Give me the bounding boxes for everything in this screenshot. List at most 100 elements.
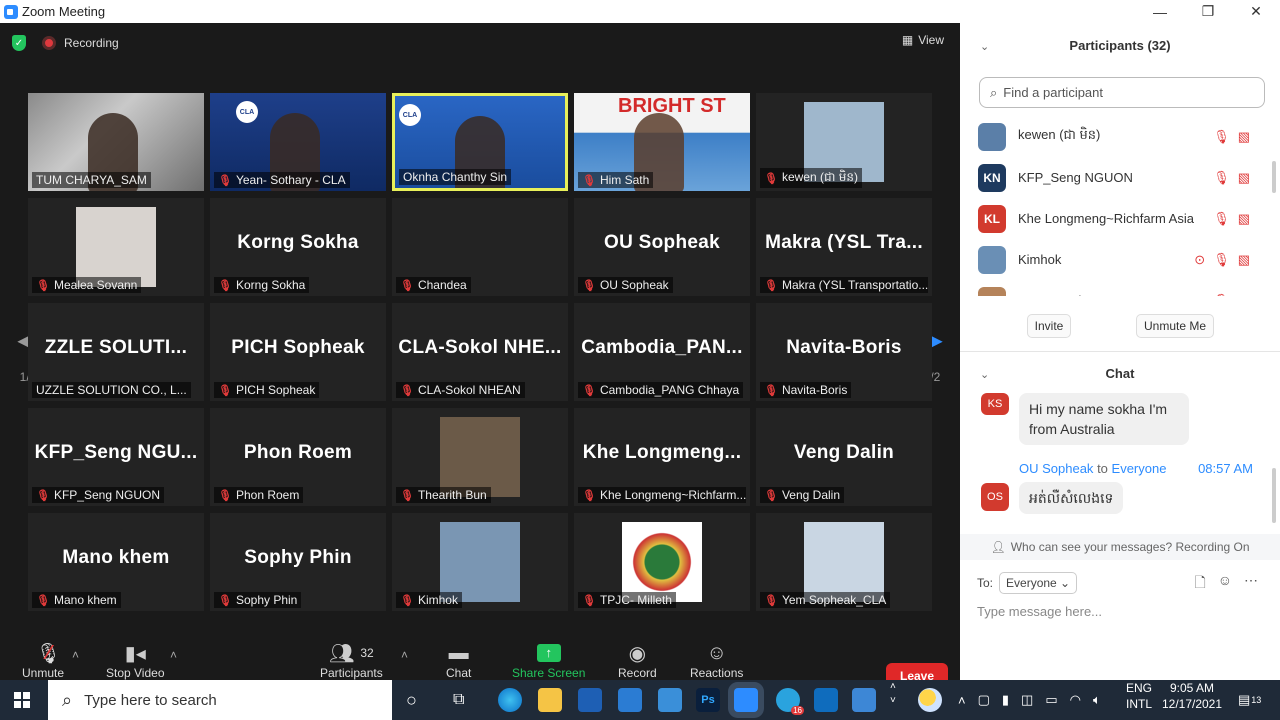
taskbar-search-input[interactable]: ⌕ Type here to search [48,680,392,720]
participant-display-name: ZZLE SOLUTI... [44,337,188,358]
battery-icon[interactable]: ▭ [1045,692,1057,708]
video-tile[interactable]: CLA-Sokol NHE... 🎙︎ CLA-Sokol NHEAN [392,303,568,401]
participants-options-caret[interactable]: ˄ [401,648,408,662]
volume-icon[interactable]: 🔈︎ [1093,692,1101,708]
muted-mic-icon: 🎙︎ [36,594,50,607]
wifi-icon[interactable]: ◠ [1070,692,1081,708]
weather-icon[interactable] [918,688,942,712]
store-icon[interactable] [578,688,602,712]
video-tile[interactable]: OU Sopheak 🎙︎ OU Sopheak [574,198,750,296]
participant-row[interactable]: KN KFP_Seng NGUON 🎙︎ ▧ [960,157,1270,198]
video-tile[interactable]: BRIGHT ST 🎙︎ Him Sath [574,93,750,191]
video-tile[interactable]: Makra (YSL Tra... 🎙︎ Makra (YSL Transporta… [756,198,932,296]
participant-name: Chandea [417,278,467,292]
participant-row[interactable]: kewen (ជា មិន) 🎙︎ ▧ [960,116,1270,157]
usb-icon[interactable]: ▮ [1002,692,1009,708]
reactions-button[interactable]: ☺︎ Reactions [690,640,743,681]
participant-display-name: Mano khem [62,547,170,568]
recording-indicator[interactable]: Recording [42,36,119,50]
task-view-icon[interactable]: ⧉ [453,680,464,720]
file-icon[interactable]: 🗋︎ [1194,572,1205,596]
share-screen-button[interactable]: ↑ Share Screen [512,640,585,680]
muted-mic-icon: 🎙︎ [1213,128,1230,144]
video-tile[interactable]: ZZLE SOLUTI... UZZLE SOLUTION CO., L... [28,303,204,401]
participants-button[interactable]: 👥︎ 32 Participants [320,640,383,681]
video-tile[interactable]: Sophy Phin 🎙︎ Sophy Phin [210,513,386,611]
zoom-taskbar-icon[interactable] [734,688,758,712]
video-tile[interactable]: 🎙︎ kewen (ជា មិន) [756,93,932,191]
video-tile[interactable]: Mano khem 🎙︎ Mano khem [28,513,204,611]
more-icon[interactable]: ⋯ [1244,572,1258,596]
unmute-button[interactable]: 🎙︎ ⁄ Unmute [22,640,64,681]
video-options-caret[interactable]: ˄ [170,648,177,662]
chat-scrollbar[interactable] [1272,468,1276,523]
tray-app2-icon[interactable]: ◫ [1021,692,1033,708]
stop-video-button[interactable]: ▮◂ Stop Video [106,640,165,681]
video-tile[interactable]: KFP_Seng NGU... 🎙︎ KFP_Seng NGUON [28,408,204,506]
chat-message: Hi my name sokha I'm from Australia [1019,393,1189,445]
to-label: To: [977,576,994,590]
participant-row[interactable]: Kimhok ⊙ 🎙︎ ▧ [960,239,1270,280]
participant-list-scrollbar[interactable] [1272,161,1276,193]
photoshop-icon[interactable]: Ps [696,688,720,712]
lang1: ENG [1126,681,1153,695]
telegram-icon[interactable]: 16 [776,688,804,715]
view-button[interactable]: ▦ View [902,33,944,47]
cortana-icon[interactable]: ○ [406,680,417,720]
close-button[interactable]: ✕ [1232,0,1280,23]
video-tile[interactable]: Cambodia_PAN... 🎙︎ Cambodia_PANG Chhaya [574,303,750,401]
audio-options-caret[interactable]: ˄ [72,648,79,662]
clock[interactable]: 9:05 AM 12/17/2021 [1162,680,1222,720]
video-tile[interactable]: 🎙︎ Chandea [392,198,568,296]
unmute-me-button[interactable]: Unmute Me [1136,314,1214,338]
video-tile[interactable]: Navita-Boris 🎙︎ Navita-Boris [756,303,932,401]
participant-row[interactable]: KL Khe Longmeng~Richfarm Asia 🎙︎ ▧ [960,198,1270,239]
app2-icon[interactable] [852,688,876,712]
participant-search-input[interactable]: ⌕ Find a participant [979,77,1265,108]
participant-name-label: 🎙︎ Sophy Phin [214,592,302,608]
message-visibility-info[interactable]: 👤︎ Who can see your messages? Recording … [960,534,1280,560]
minimize-button[interactable]: — [1136,0,1184,23]
mail-icon[interactable] [618,688,642,712]
video-tile[interactable]: CLA Oknha Chanthy Sin [392,93,568,191]
notifications-icon[interactable]: ▤ 13 [1238,680,1261,720]
taskbar-scroll[interactable]: ˄ ˅ [890,680,896,720]
msg-sender[interactable]: OU Sopheak [1019,461,1093,476]
video-tile[interactable]: Veng Dalin 🎙︎ Veng Dalin [756,408,932,506]
panel-divider [960,351,1280,352]
video-tile[interactable]: Korng Sokha 🎙︎ Korng Sokha [210,198,386,296]
video-tile[interactable]: TUM CHARYA_SAM [28,93,204,191]
chat-message-input[interactable]: Type message here... [977,604,1102,619]
chevron-up-icon[interactable]: ˄ [958,693,966,708]
video-tile[interactable]: Khe Longmeng... 🎙︎ Khe Longmeng~Richfarm..… [574,408,750,506]
muted-mic-icon: 🎙︎ [1213,293,1230,297]
invite-button[interactable]: Invite [1027,314,1071,338]
muted-mic-icon: 🎙︎ [400,384,414,397]
caret-up-icon: ˄ [72,648,80,662]
participant-status-icons: 🎙︎ ▧ [1213,293,1250,297]
video-tile[interactable]: 🎙︎ Kimhok [392,513,568,611]
participant-name: TPJC- Milleth [599,593,672,607]
video-tile[interactable]: 🎙︎ Yem Sopheak_CLA [756,513,932,611]
app-icon[interactable] [658,688,682,712]
recipient-dropdown[interactable]: Everyone ⌄ [999,572,1078,594]
video-tile[interactable]: 🎙︎ Mealea Sovann [28,198,204,296]
video-tile[interactable]: PICH Sopheak 🎙︎ PICH Sopheak [210,303,386,401]
msg1-avatar: KS [981,393,1009,415]
emoji-icon[interactable]: ☺︎ [1218,572,1232,596]
encryption-shield-icon[interactable]: ✓ [12,35,26,51]
file-explorer-icon[interactable] [538,688,562,712]
chat-button[interactable]: ▬ Chat [446,640,471,681]
outlook-icon[interactable] [814,688,838,712]
participant-row[interactable]: Kong Vanda 🎙︎ ▧ [960,280,1270,296]
language-indicator[interactable]: ENG INTL [1126,680,1152,720]
video-tile[interactable]: 🎙︎ Thearith Bun [392,408,568,506]
video-tile[interactable]: CLA 🎙︎ Yean- Sothary - CLA [210,93,386,191]
windows-start-icon[interactable] [14,692,30,708]
edge-icon[interactable] [498,688,522,712]
maximize-button[interactable]: ❐ [1184,0,1232,23]
tray-app-icon[interactable]: ▢ [978,692,990,708]
record-button[interactable]: ◉ Record [618,640,657,681]
video-tile[interactable]: 🎙︎ TPJC- Milleth [574,513,750,611]
video-tile[interactable]: Phon Roem 🎙︎ Phon Roem [210,408,386,506]
